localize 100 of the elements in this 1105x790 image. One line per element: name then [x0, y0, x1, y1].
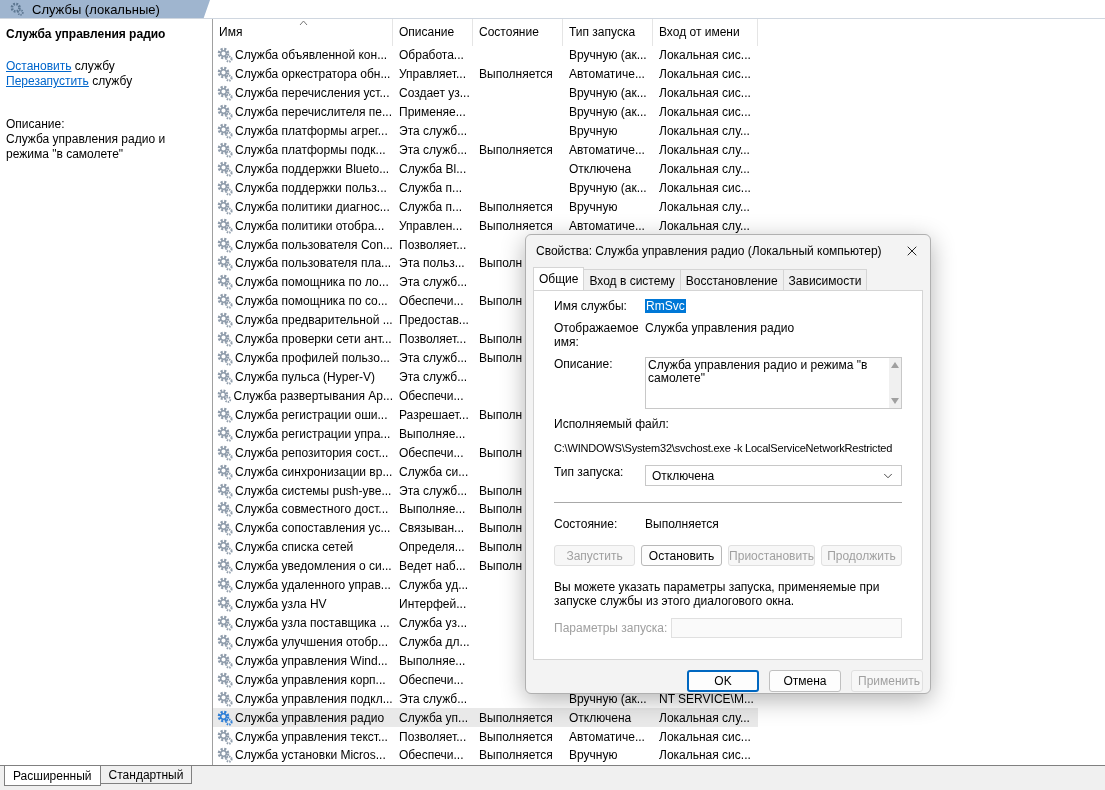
service-name: Служба профилей пользо... — [235, 351, 390, 366]
table-cell: Служба уд... — [399, 578, 469, 593]
service-row[interactable]: Служба установки Micros... Обеспечи... Выполняется Вручную Локальная сис... — [213, 746, 758, 765]
service-row[interactable]: Служба управления подкл... Эта служб... Вручную (ак... NT SERVICE\M... — [213, 689, 758, 709]
service-row[interactable]: Служба перечисления уст... Создает уз... Вручную (ак... Локальная сис... — [213, 83, 758, 103]
table-cell: Локальная сис... — [659, 86, 751, 101]
dialog-tab[interactable]: Общие — [533, 267, 585, 290]
column-header[interactable]: Состояние — [473, 19, 563, 46]
service-row[interactable]: Служба поддержки Blueto... Служба Bl... Отключена Локальная слу... — [213, 159, 758, 179]
field-label: Тип запуска: — [554, 465, 625, 479]
service-name: Служба регистрации упра... — [235, 426, 391, 441]
service-row[interactable]: Служба объявленной кон... Обработа... Вручную (ак... Локальная сис... — [213, 45, 758, 65]
dialog-button[interactable]: OK — [687, 670, 759, 692]
scroll-down-icon[interactable] — [891, 398, 899, 404]
gears-icon — [217, 728, 233, 745]
action-link[interactable]: Перезапустить — [6, 74, 89, 88]
table-cell: Отключена — [569, 710, 632, 725]
gears-icon — [217, 406, 233, 423]
table-cell: Обеспечи... — [399, 294, 464, 309]
service-name-value[interactable]: RmSvc — [645, 299, 686, 313]
description-field[interactable]: Служба управления радио и режима "в самолете" — [645, 357, 902, 409]
table-cell: Управляет... — [399, 67, 466, 82]
display-name-value: Служба управления радио — [645, 321, 795, 335]
table-cell: Выполняется — [479, 199, 553, 214]
service-name: Служба управления радио — [235, 710, 385, 725]
field-label: Описание: — [554, 357, 614, 371]
scroll-up-icon[interactable] — [891, 362, 899, 368]
service-row[interactable]: Служба платформы подк... Эта служб... Выполняется Автоматиче... Локальная слу... — [213, 140, 758, 160]
table-cell: Выполн — [479, 256, 523, 271]
service-name: Служба перечислителя пе... — [235, 105, 392, 120]
service-name: Служба помощника по со... — [235, 294, 388, 309]
table-cell: Автоматиче... — [569, 142, 645, 157]
table-cell: Локальная сис... — [659, 729, 751, 744]
dialog-button[interactable]: Отмена — [769, 670, 841, 692]
table-cell: Локальная сис... — [659, 67, 751, 82]
action-text: службу — [92, 74, 133, 88]
service-name: Служба синхронизации вр... — [235, 464, 393, 479]
table-cell: Локальная сис... — [659, 748, 751, 763]
gears-icon — [217, 539, 233, 556]
service-row[interactable]: Служба управления текст... Позволяет... Выполняется Автоматиче... Локальная сис... — [213, 727, 758, 746]
table-cell: Автоматиче... — [569, 67, 645, 82]
service-row[interactable]: Служба совместного дост... Выполняе... Выполн — [213, 500, 758, 519]
gears-icon — [217, 104, 233, 121]
service-name: Служба политики диагнос... — [235, 199, 390, 214]
table-cell: Вручную (ак... — [569, 48, 647, 63]
service-row[interactable]: Служба оркестратора обн... Управляет... Выполняется Автоматиче... Локальная сис... — [213, 64, 758, 84]
column-header[interactable]: Вход от имени — [653, 19, 758, 46]
service-name: Служба перечисления уст... — [235, 86, 390, 101]
service-row[interactable]: Служба политики отобра... Управлен... Выполняется Автоматиче... Локальная слу... — [213, 216, 758, 236]
column-header[interactable]: Описание — [393, 19, 473, 46]
gears-icon — [217, 596, 233, 613]
gears-icon — [217, 709, 233, 726]
action-link[interactable]: Остановить — [6, 59, 72, 73]
service-name: Служба узла поставщика ... — [235, 616, 390, 630]
startup-type-dropdown[interactable]: Отключена — [645, 465, 902, 486]
dialog-tab[interactable]: Вход в систему — [583, 269, 681, 290]
gears-icon — [217, 425, 233, 442]
column-header[interactable]: Тип запуска — [563, 19, 653, 46]
service-row[interactable]: Служба политики диагнос... Служба п... Выполняется Вручную Локальная слу... — [213, 197, 758, 217]
service-row[interactable]: Служба поддержки польз... Служба п... Вручную (ак... Локальная сис... — [213, 178, 758, 198]
table-cell: Обработа... — [399, 48, 464, 63]
table-cell: Вручную (ак... — [569, 86, 647, 101]
gears-icon — [217, 293, 233, 310]
view-tab[interactable]: Стандартный — [99, 766, 193, 784]
service-row[interactable]: Служба платформы агрег... Эта служб... Вручную Локальная слу... — [213, 121, 758, 141]
service-name: Служба помощника по ло... — [235, 275, 389, 290]
service-name: Служба платформы агрег... — [235, 124, 388, 139]
table-cell: Выполняется — [479, 748, 553, 763]
view-tab[interactable]: Расширенный — [4, 766, 101, 786]
table-cell: Эта служб... — [399, 124, 468, 139]
gears-icon — [217, 671, 233, 688]
column-header[interactable]: Имя — [213, 19, 393, 46]
table-cell: Локальная слу... — [659, 710, 750, 725]
table-cell: Позволяет... — [399, 237, 467, 252]
gears-icon — [217, 615, 233, 631]
gears-icon — [217, 690, 233, 707]
table-cell: Интерфей... — [399, 597, 467, 612]
table-cell: Отключена — [569, 161, 632, 176]
service-name: Служба развертывания Ap... — [233, 388, 393, 403]
service-button[interactable]: Остановить — [641, 545, 723, 566]
table-cell: Служба уп... — [399, 710, 469, 725]
table-cell: Выполняется — [479, 67, 553, 82]
service-name: Служба списка сетей — [235, 540, 354, 555]
service-row[interactable]: Служба перечислителя пе... Применяе... Вручную (ак... Локальная сис... — [213, 102, 758, 122]
table-cell: Выполняе... — [399, 426, 466, 441]
table-cell: Эта служб... — [399, 691, 468, 706]
console-tree-tab[interactable]: Службы (локальные) — [0, 0, 210, 18]
service-name: Служба узла HV — [235, 597, 327, 612]
gears-icon — [217, 331, 233, 348]
service-row[interactable]: Служба управления Wind... Выполняе... — [213, 651, 758, 671]
description-label: Описание: — [6, 117, 66, 132]
field-label: Имя службы: — [554, 299, 628, 313]
gears-icon — [217, 350, 233, 367]
service-name: Служба совместного дост... — [235, 502, 389, 517]
service-row[interactable]: Служба управления радио Служба уп... Выполняется Отключена Локальная слу... — [213, 708, 758, 728]
table-cell: Автоматиче... — [569, 218, 645, 233]
gears-icon — [217, 463, 233, 480]
table-cell: Обеспечи... — [399, 672, 464, 687]
table-cell: Выполняется — [479, 729, 553, 744]
dialog-tab[interactable]: Зависимости — [782, 269, 868, 290]
